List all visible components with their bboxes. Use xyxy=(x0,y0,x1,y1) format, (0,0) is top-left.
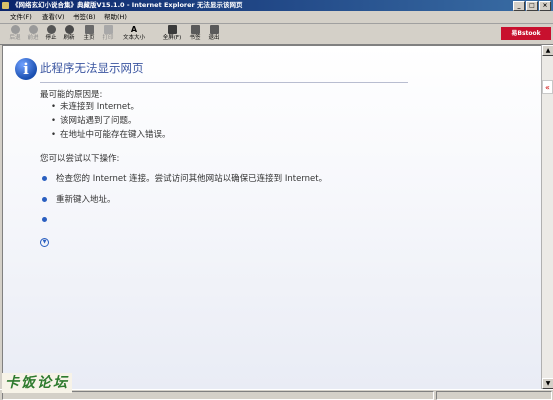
info-icon: i xyxy=(15,58,37,80)
heading-divider xyxy=(40,82,408,83)
menu-bar: 文件(F) 查看(V) 书签(B) 帮助(H) xyxy=(0,11,553,24)
close-button[interactable]: × xyxy=(539,1,551,11)
scroll-down-arrow-icon[interactable]: ▼ xyxy=(542,378,553,389)
brand-logo[interactable]: 易Bstook xyxy=(501,27,551,40)
text-size-icon: A xyxy=(130,25,138,34)
refresh-icon xyxy=(64,25,74,34)
exit-icon xyxy=(209,25,219,34)
bullet-icon xyxy=(42,176,47,181)
menu-bookmarks[interactable]: 书签(B) xyxy=(73,11,96,23)
exit-button[interactable]: 退出 xyxy=(205,25,223,42)
window-controls: _ □ × xyxy=(513,1,551,11)
status-bar xyxy=(0,389,553,400)
vertical-scrollbar[interactable]: ▲ ▼ xyxy=(541,45,553,389)
action-retype-address: 重新键入地址。 xyxy=(56,195,116,205)
fullscreen-button[interactable]: 全屏(F) xyxy=(163,25,181,42)
bookmark-icon xyxy=(190,25,200,34)
app-icon xyxy=(2,2,9,9)
menu-view[interactable]: 查看(V) xyxy=(42,11,65,23)
error-page: i 此程序无法显示网页 最可能的原因是: 未连接到 Internet。 该网站遇… xyxy=(2,45,542,390)
minimize-button[interactable]: _ xyxy=(513,1,525,11)
toolbar: 后退 前进 停止 刷新 主页 打印 A 文本大小 全屏(F) 书签 退出 xyxy=(0,24,553,45)
actions-title: 您可以尝试以下操作: xyxy=(40,154,120,164)
window-title: 《网络玄幻小说合集》典藏版V15.1.0 - Internet Explorer… xyxy=(12,1,243,9)
side-panel-toggle[interactable]: « xyxy=(542,80,553,94)
maximize-button[interactable]: □ xyxy=(526,1,538,11)
scroll-up-arrow-icon[interactable]: ▲ xyxy=(542,45,553,56)
print-icon xyxy=(103,25,113,34)
menu-file[interactable]: 文件(F) xyxy=(10,11,32,23)
forward-arrow-icon xyxy=(28,25,38,34)
cause-item: 该网站遇到了问题。 xyxy=(51,115,137,127)
menu-help[interactable]: 帮助(H) xyxy=(104,11,127,23)
back-arrow-icon xyxy=(10,25,20,34)
cause-item: 在地址中可能存在键入错误。 xyxy=(51,129,171,141)
stop-icon xyxy=(46,25,56,34)
cause-item: 未连接到 Internet。 xyxy=(51,101,139,113)
title-bar[interactable]: 《网络玄幻小说合集》典藏版V15.1.0 - Internet Explorer… xyxy=(0,0,553,11)
action-check-connection: 检查您的 Internet 连接。尝试访问其他网站以确保已连接到 Interne… xyxy=(56,174,328,184)
page-title: 此程序无法显示网页 xyxy=(40,61,144,75)
bullet-icon xyxy=(42,197,47,202)
print-button[interactable]: 打印 xyxy=(99,25,117,42)
watermark-logo: 卡饭论坛 xyxy=(2,373,72,393)
causes-title: 最可能的原因是: xyxy=(40,90,103,100)
chevron-down-icon[interactable]: ▼ xyxy=(40,238,49,247)
home-icon xyxy=(84,25,94,34)
text-size-button[interactable]: A 文本大小 xyxy=(123,25,145,42)
bullet-icon xyxy=(42,217,47,222)
fullscreen-icon xyxy=(167,25,177,34)
